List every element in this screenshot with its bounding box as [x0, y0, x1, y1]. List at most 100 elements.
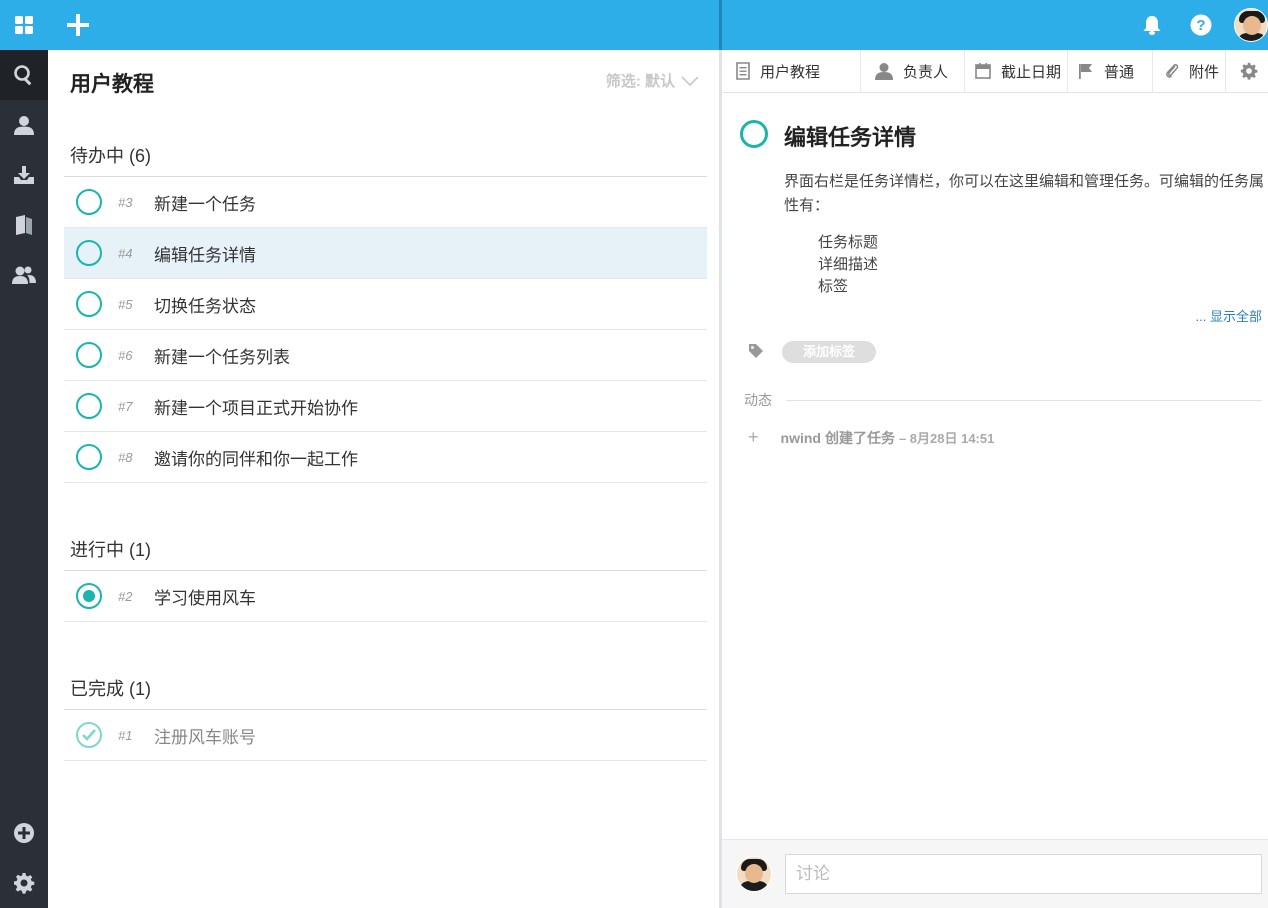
detail-description[interactable]: 界面右栏是任务详情栏，你可以在这里编辑和管理任务。可编辑的任务属性有：: [784, 170, 1264, 218]
inbox-icon: [14, 166, 34, 184]
paperclip-icon: [1166, 64, 1179, 78]
task-status-circle-icon[interactable]: [76, 393, 102, 419]
task-status-circle-icon[interactable]: [76, 240, 102, 266]
section-title-inprogress: 进行中 (1): [70, 540, 151, 560]
activity-label: 动态: [744, 392, 772, 408]
task-name: 编辑任务详情: [154, 245, 256, 265]
task-number: #3: [118, 194, 133, 210]
activity-time: – 8月28日 14:51: [898, 431, 995, 446]
task-name: 新建一个任务列表: [154, 347, 290, 367]
inprogress-task-list: #2 学习使用风车: [64, 570, 707, 622]
inbox-button[interactable]: [0, 150, 48, 200]
bullet-item: 详细描述: [818, 254, 878, 276]
team-button[interactable]: [0, 250, 48, 300]
task-detail-panel: 用户教程 负责人 截止日期 普通 附件 编辑任务详情 界面右栏是任务详情栏，你可…: [722, 49, 1268, 908]
task-row[interactable]: #8 邀请你的同伴和你一起工作: [64, 432, 707, 483]
team-icon: [12, 266, 36, 284]
search-button[interactable]: [0, 50, 48, 100]
list-title: 用户教程: [70, 73, 154, 96]
svg-text:?: ?: [1196, 17, 1205, 34]
task-name: 新建一个任务: [154, 194, 256, 214]
task-status-circle-icon[interactable]: [76, 189, 102, 215]
task-number: #6: [118, 347, 133, 363]
activity-user: nwind: [780, 429, 821, 446]
gear-icon: [14, 873, 35, 894]
user-icon: [14, 116, 34, 135]
priority-button[interactable]: 普通: [1068, 49, 1153, 93]
task-name: 邀请你的同伴和你一起工作: [154, 449, 358, 469]
detail-settings-button[interactable]: [1226, 50, 1268, 93]
task-row[interactable]: #3 新建一个任务: [64, 177, 707, 228]
apps-icon: [15, 16, 33, 34]
help-icon: ?: [1190, 14, 1212, 36]
apps-button[interactable]: [0, 0, 48, 50]
tag-icon: [749, 344, 763, 358]
task-name: 注册风车账号: [154, 727, 256, 747]
task-row[interactable]: #2 学习使用风车: [64, 571, 707, 622]
attachments-label: 附件: [1189, 63, 1220, 81]
user-avatar[interactable]: [1234, 8, 1268, 42]
comment-bar: 讨论: [722, 839, 1268, 908]
task-number: #2: [118, 588, 133, 604]
due-date-label: 截止日期: [1001, 63, 1062, 81]
filter-dropdown[interactable]: 筛选: 默认: [606, 70, 699, 91]
detail-status-circle-icon[interactable]: [740, 120, 768, 148]
detail-toolbar: 用户教程 负责人 截止日期 普通 附件: [722, 49, 1268, 93]
task-row[interactable]: #6 新建一个任务列表: [64, 330, 707, 381]
activity-action: 创建了任务: [824, 429, 895, 446]
assignee-button[interactable]: 负责人: [861, 49, 965, 93]
assignee-label: 负责人: [903, 63, 949, 81]
todo-task-list: #3 新建一个任务 #4 编辑任务详情 #5 切换任务状态 #6 新建一个任务列…: [64, 176, 707, 483]
projects-button[interactable]: [0, 200, 48, 250]
calendar-icon: [975, 63, 991, 79]
task-status-circle-icon[interactable]: [76, 444, 102, 470]
detail-task-title[interactable]: 编辑任务详情: [784, 120, 916, 152]
task-number: #1: [118, 727, 133, 743]
settings-button[interactable]: [0, 858, 48, 908]
project-button[interactable]: 用户教程: [722, 49, 861, 93]
activity-divider: [786, 400, 1262, 401]
task-done-check-icon[interactable]: [76, 722, 102, 748]
nav-rail: [0, 0, 48, 908]
task-status-circle-icon[interactable]: [76, 342, 102, 368]
description-bullets: 任务标题 详细描述 标签: [818, 232, 878, 294]
done-task-list: #1 注册风车账号: [64, 709, 707, 761]
task-number: #8: [118, 449, 133, 465]
attachments-button[interactable]: 附件: [1153, 49, 1226, 93]
help-button[interactable]: ?: [1189, 13, 1213, 37]
top-header: ?: [48, 0, 1268, 50]
notifications-button[interactable]: [1140, 13, 1164, 37]
show-all-link[interactable]: ... 显示全部: [1196, 306, 1262, 325]
person-icon: [875, 63, 893, 80]
project-label: 用户教程: [760, 63, 821, 81]
add-button[interactable]: [0, 808, 48, 858]
task-row[interactable]: #5 切换任务状态: [64, 279, 707, 330]
header-divider: [719, 0, 722, 50]
comment-input[interactable]: 讨论: [785, 854, 1262, 894]
task-list-panel: 用户教程 筛选: 默认 待办中 (6) #3 新建一个任务 #4 编辑任务详情 …: [48, 50, 719, 908]
new-task-plus-icon[interactable]: [66, 13, 90, 37]
task-name: 切换任务状态: [154, 296, 256, 316]
task-status-circle-icon[interactable]: [76, 291, 102, 317]
add-circle-icon: [14, 823, 34, 843]
chevron-down-icon: [681, 75, 699, 86]
task-row[interactable]: #1 注册风车账号: [64, 710, 707, 761]
bullet-item: 标签: [818, 276, 878, 294]
priority-label: 普通: [1104, 63, 1135, 81]
bell-icon: [1143, 16, 1161, 35]
flag-icon: [1079, 64, 1092, 79]
gear-icon: [1240, 62, 1258, 80]
profile-button[interactable]: [0, 100, 48, 150]
task-inprogress-circle-icon[interactable]: [76, 583, 102, 609]
filter-label: 筛选: 默认: [605, 73, 675, 90]
task-row-selected[interactable]: #4 编辑任务详情: [64, 228, 707, 279]
section-title-todo: 待办中 (6): [70, 146, 151, 166]
plus-icon: +: [748, 427, 759, 447]
due-date-button[interactable]: 截止日期: [965, 49, 1068, 93]
task-row[interactable]: #7 新建一个项目正式开始协作: [64, 381, 707, 432]
add-tag-button[interactable]: 添加标签: [782, 341, 876, 363]
task-number: #5: [118, 296, 133, 312]
section-title-done: 已完成 (1): [70, 679, 151, 699]
bullet-item: 任务标题: [818, 232, 878, 254]
book-icon: [16, 215, 32, 235]
